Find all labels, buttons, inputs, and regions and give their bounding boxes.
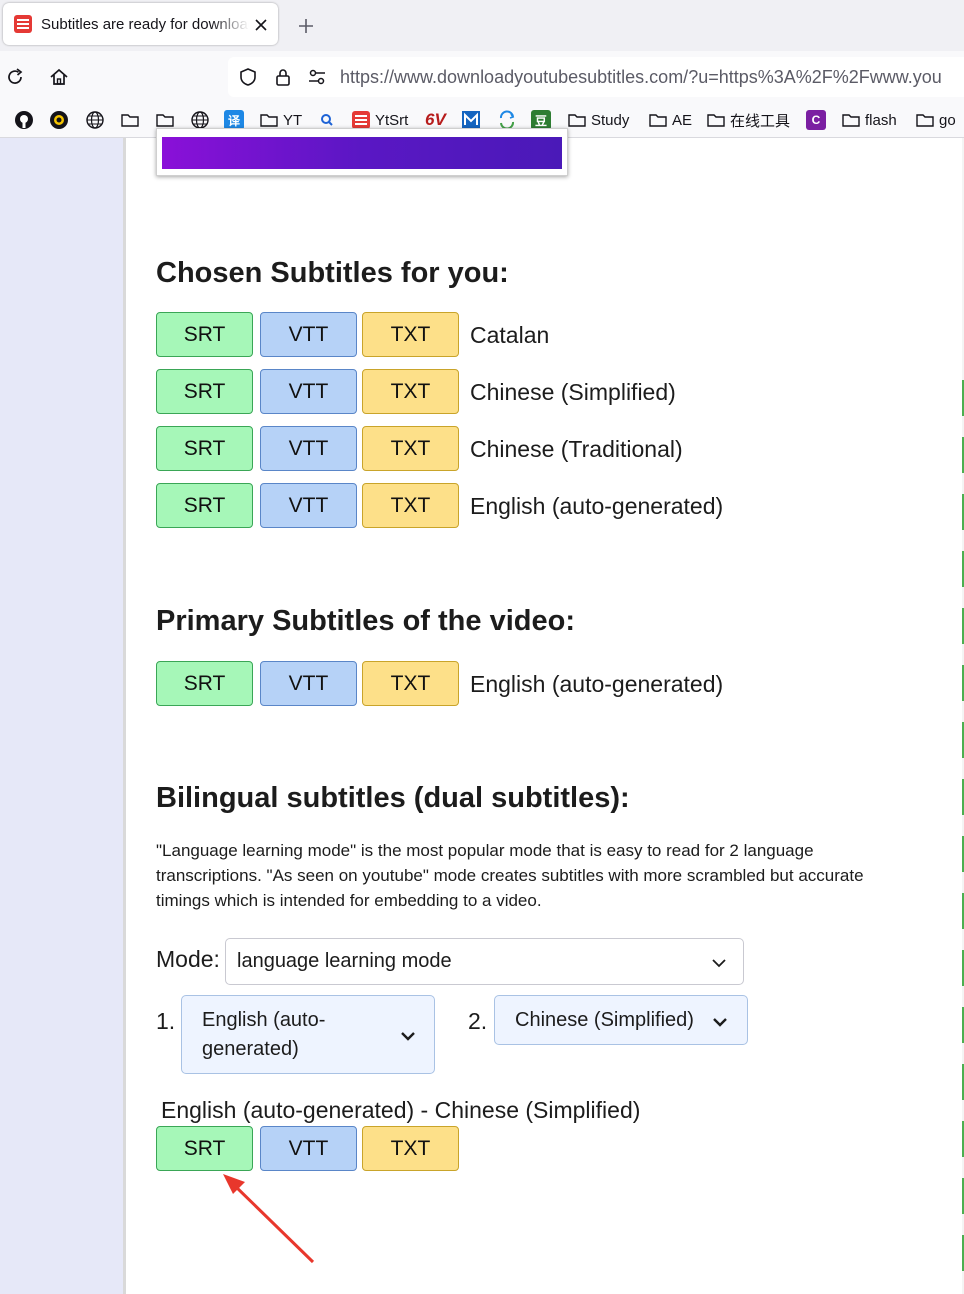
c-logo-icon: C — [806, 110, 826, 130]
bookmark-label-ae: AE — [672, 111, 693, 129]
active-tab[interactable]: Subtitles are ready for download — [3, 3, 278, 45]
sync-arrows-icon — [500, 110, 515, 130]
address-bar[interactable]: https://www.downloadyoutubesubtitles.com… — [228, 57, 964, 97]
6v-logo: 6V — [425, 110, 446, 129]
folder-icon — [842, 114, 860, 127]
close-icon[interactable] — [252, 16, 270, 34]
txt-button[interactable]: TXT — [362, 426, 459, 471]
folder-bookmark-study[interactable]: Study — [567, 109, 629, 131]
mode-select-value: language learning mode — [237, 950, 452, 972]
folder-icon — [916, 114, 934, 127]
video-banner[interactable] — [156, 128, 568, 176]
navigation-bar: https://www.downloadyoutubesubtitles.com… — [0, 51, 964, 103]
txt-button[interactable]: TXT — [362, 369, 459, 414]
language-label: Chinese (Traditional) — [470, 436, 683, 462]
target-icon — [50, 111, 68, 129]
banner-gradient — [162, 137, 562, 169]
chevron-down-icon — [401, 1032, 415, 1041]
folder-icon — [121, 114, 139, 127]
translate-icon: 译 — [224, 110, 244, 130]
bookmark-label-flash: flash — [865, 111, 897, 129]
reload-icon[interactable] — [4, 66, 26, 88]
language-1-value: English (auto-generated) — [202, 1009, 326, 1060]
bilingual-txt-button[interactable]: TXT — [362, 1126, 459, 1171]
bilingual-subtitles-heading: Bilingual subtitles (dual subtitles): — [156, 782, 630, 814]
new-tab-plus-icon[interactable] — [296, 16, 316, 36]
permissions-icon[interactable] — [307, 67, 327, 87]
primary-subtitles-heading: Primary Subtitles of the video: — [156, 605, 575, 637]
bookmark-label-yt: YT — [283, 111, 303, 129]
vtt-button[interactable]: VTT — [260, 426, 357, 471]
txt-button[interactable]: TXT — [362, 661, 459, 706]
left-sidebar — [0, 138, 123, 1294]
language-2-number: 2. — [468, 1008, 488, 1034]
bilingual-srt-button[interactable]: SRT — [156, 1126, 253, 1171]
chevron-down-icon — [713, 1018, 727, 1027]
language-1-select[interactable]: English (auto-generated) — [181, 995, 435, 1074]
vtt-button[interactable]: VTT — [260, 483, 357, 528]
language-2-value: Chinese (Simplified) — [515, 1009, 694, 1031]
bilingual-description: "Language learning mode" is the most pop… — [156, 841, 864, 910]
language-label: English (auto-generated) — [470, 671, 724, 697]
language-1-number: 1. — [156, 1008, 176, 1034]
annotation-arrow-icon — [223, 1174, 315, 1264]
globe-bookmark-1[interactable] — [85, 109, 105, 131]
language-label: Chinese (Simplified) — [470, 379, 676, 405]
bookmark-label-study: Study — [591, 111, 630, 129]
folder-bookmark-tools[interactable]: 在线工具 — [706, 109, 790, 131]
folder-bookmark-flash[interactable]: flash — [841, 109, 897, 131]
mode-label: Mode: — [156, 946, 220, 972]
folder-icon — [260, 114, 278, 127]
m-logo-icon — [462, 111, 480, 129]
circle-bookmark[interactable] — [49, 109, 69, 131]
srt-button[interactable]: SRT — [156, 312, 253, 357]
folder-bookmark-ae[interactable]: AE — [648, 109, 692, 131]
mode-select[interactable]: language learning mode — [225, 938, 744, 985]
c-bookmark[interactable]: C — [806, 109, 826, 131]
tab-bar: Subtitles are ready for download — [0, 0, 964, 51]
bilingual-pair-label: English (auto-generated) - Chinese (Simp… — [161, 1097, 641, 1123]
github-icon — [15, 111, 33, 129]
home-icon[interactable] — [48, 66, 70, 88]
bilingual-vtt-button[interactable]: VTT — [260, 1126, 357, 1171]
folder-bookmark-1[interactable] — [120, 109, 140, 131]
language-2-select[interactable]: Chinese (Simplified) — [494, 995, 748, 1045]
vtt-button[interactable]: VTT — [260, 661, 357, 706]
srt-button[interactable]: SRT — [156, 426, 253, 471]
folder-icon — [156, 114, 174, 127]
sidebar-divider — [123, 138, 126, 1294]
subtitle-site-icon — [14, 15, 32, 33]
search-icon — [321, 114, 333, 126]
folder-icon — [707, 114, 725, 127]
srt-button[interactable]: SRT — [156, 661, 253, 706]
folder-bookmark-go[interactable]: go — [915, 109, 956, 131]
srt-button[interactable]: SRT — [156, 483, 253, 528]
bookmark-label-ytsrt: YtSrt — [375, 111, 409, 129]
language-label: English (auto-generated) — [470, 493, 724, 519]
bookmark-label-go: go — [939, 111, 956, 129]
github-bookmark[interactable] — [14, 109, 34, 131]
folder-icon — [568, 114, 586, 127]
folder-icon — [649, 114, 667, 127]
globe-icon — [86, 111, 104, 129]
douban-icon: 豆 — [531, 110, 551, 130]
srt-button[interactable]: SRT — [156, 369, 253, 414]
chevron-down-icon — [712, 959, 726, 968]
txt-button[interactable]: TXT — [362, 483, 459, 528]
tab-title: Subtitles are ready for download — [41, 16, 249, 33]
txt-button[interactable]: TXT — [362, 312, 459, 357]
url-text[interactable]: https://www.downloadyoutubesubtitles.com… — [340, 66, 942, 88]
chosen-subtitles-heading: Chosen Subtitles for you: — [156, 257, 509, 289]
vtt-button[interactable]: VTT — [260, 369, 357, 414]
shield-icon[interactable] — [238, 67, 258, 87]
language-label: Catalan — [470, 322, 550, 348]
globe-icon — [191, 111, 209, 129]
bookmark-label-tools: 在线工具 — [730, 112, 791, 130]
vtt-button[interactable]: VTT — [260, 312, 357, 357]
lock-icon[interactable] — [273, 67, 293, 87]
subtitle-site-icon — [352, 111, 370, 129]
